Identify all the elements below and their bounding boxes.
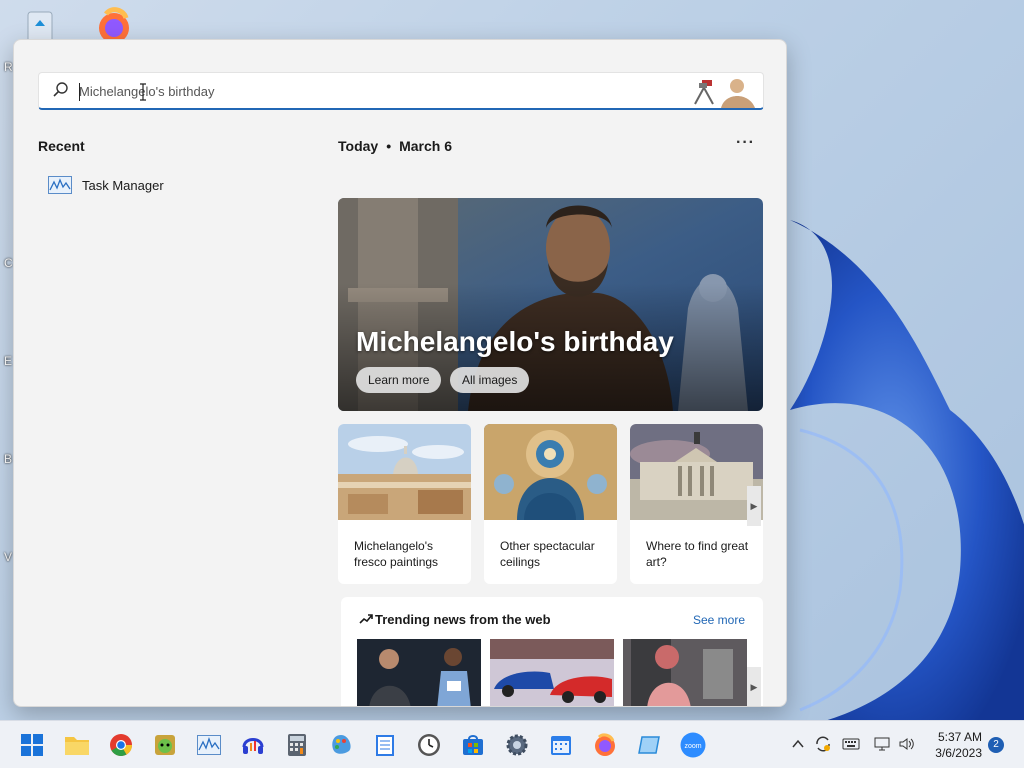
paint-icon bbox=[332, 735, 351, 754]
settings-icon bbox=[506, 734, 528, 756]
show-hidden-icons-chevron-icon[interactable] bbox=[792, 739, 804, 749]
clock-app-button[interactable] bbox=[415, 731, 443, 759]
museum-building-image bbox=[630, 424, 763, 520]
search-icon bbox=[53, 82, 68, 97]
search-panel: Michelangelo's birthday Recent Task Mana… bbox=[13, 39, 787, 707]
snip-button[interactable] bbox=[635, 731, 663, 759]
start-icon bbox=[21, 734, 43, 756]
desktop-icon-label: E bbox=[4, 354, 13, 368]
taskbar: zoom 5:37 AM 3/6/2023 2 bbox=[0, 720, 1024, 768]
recent-heading: Recent bbox=[38, 138, 85, 154]
task-manager-icon bbox=[197, 735, 221, 755]
hero-card[interactable]: Michelangelo's birthday Learn more All i… bbox=[338, 198, 763, 411]
store-button[interactable] bbox=[459, 731, 487, 759]
clock-icon bbox=[418, 734, 440, 756]
paint-button[interactable] bbox=[327, 731, 355, 759]
keyboard-icon[interactable] bbox=[842, 737, 860, 751]
task-manager-taskbar-button[interactable] bbox=[195, 731, 223, 759]
trending-section: Trending news from the web See more ▶ bbox=[341, 597, 763, 707]
sync-icon[interactable] bbox=[814, 735, 832, 753]
task-manager-icon bbox=[48, 176, 72, 194]
card-fresco-paintings[interactable]: Michelangelo's fresco paintings bbox=[338, 424, 471, 584]
card-find-great-art[interactable]: Where to find great art? bbox=[630, 424, 763, 584]
recent-item-label: Task Manager bbox=[82, 177, 164, 193]
clock-time: 5:37 AM bbox=[937, 730, 982, 744]
desktop-icon-label: C bbox=[4, 256, 13, 270]
news-cars-image[interactable] bbox=[490, 639, 614, 707]
notification-badge[interactable]: 2 bbox=[988, 737, 1004, 753]
firefox-icon bbox=[595, 733, 615, 756]
store-icon bbox=[463, 735, 483, 755]
desktop-icon-label: R bbox=[4, 60, 13, 74]
snip-icon bbox=[638, 736, 660, 754]
today-separator: • bbox=[386, 138, 392, 154]
zoom-icon: zoom bbox=[680, 732, 706, 758]
card-spectacular-ceilings[interactable]: Other spectacular ceilings bbox=[484, 424, 617, 584]
chrome-icon bbox=[110, 734, 132, 756]
today-date: March 6 bbox=[399, 138, 453, 154]
news-scroll-right-button[interactable]: ▶ bbox=[747, 667, 761, 706]
zoom-button[interactable]: zoom bbox=[679, 731, 707, 759]
firefox-desktop-icon[interactable] bbox=[94, 4, 134, 44]
today-label: Today bbox=[338, 138, 379, 154]
notepad-icon bbox=[376, 735, 394, 756]
rome-skyline-image bbox=[338, 424, 471, 520]
clock[interactable]: 5:37 AM 3/6/2023 bbox=[928, 729, 982, 761]
more-options-button[interactable]: ··· bbox=[736, 134, 755, 152]
firefox-button[interactable] bbox=[591, 731, 619, 759]
desktop-icon-label: V bbox=[4, 550, 13, 564]
recent-item-task-manager[interactable]: Task Manager bbox=[48, 176, 164, 194]
calendar-icon bbox=[551, 736, 571, 755]
audio-app-icon bbox=[242, 738, 264, 754]
search-highlight-thumbnail bbox=[685, 74, 761, 108]
text-cursor-icon bbox=[140, 83, 146, 101]
card-caption: Michelangelo's fresco paintings bbox=[354, 539, 439, 569]
trending-heading: Trending news from the web bbox=[375, 612, 551, 627]
card-caption: Where to find great art? bbox=[646, 539, 749, 569]
zoom-label: zoom bbox=[684, 743, 701, 750]
see-more-link[interactable]: See more bbox=[693, 613, 745, 627]
file-explorer-icon bbox=[65, 737, 89, 755]
trending-arrow-icon bbox=[359, 614, 373, 624]
game-icon bbox=[155, 735, 175, 755]
all-images-button[interactable]: All images bbox=[450, 367, 530, 393]
news-people-image[interactable] bbox=[623, 639, 747, 707]
calculator-button[interactable] bbox=[283, 731, 311, 759]
clock-date: 3/6/2023 bbox=[935, 746, 982, 760]
search-input[interactable]: Michelangelo's birthday bbox=[38, 72, 764, 110]
learn-more-button[interactable]: Learn more bbox=[356, 367, 442, 393]
calculator-icon bbox=[288, 734, 306, 756]
card-caption: Other spectacular ceilings bbox=[500, 539, 595, 569]
cards-scroll-right-button[interactable]: ▶ bbox=[747, 486, 761, 526]
volume-icon[interactable] bbox=[898, 736, 916, 752]
calendar-button[interactable] bbox=[547, 731, 575, 759]
hero-title: Michelangelo's birthday bbox=[356, 326, 674, 357]
news-basketball-image[interactable] bbox=[357, 639, 481, 707]
network-icon[interactable] bbox=[874, 736, 892, 752]
ornate-ceiling-image bbox=[484, 424, 617, 520]
game-button[interactable] bbox=[151, 731, 179, 759]
desktop-icon-label: B bbox=[4, 452, 13, 466]
today-header: Today • March 6 bbox=[338, 138, 452, 154]
start-button[interactable] bbox=[18, 731, 46, 759]
settings-button[interactable] bbox=[503, 731, 531, 759]
notepad-button[interactable] bbox=[371, 731, 399, 759]
audio-app-button[interactable] bbox=[239, 731, 267, 759]
file-explorer-button[interactable] bbox=[63, 731, 91, 759]
chrome-button[interactable] bbox=[107, 731, 135, 759]
